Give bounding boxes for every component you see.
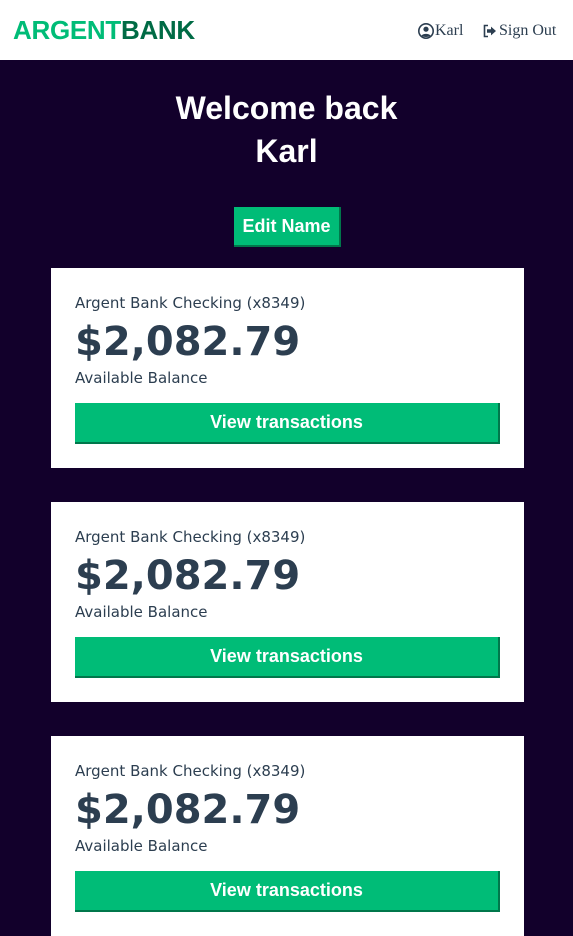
account-card: Argent Bank Checking (x8349) $2,082.79 A…: [51, 736, 524, 936]
welcome-user-name: Karl: [255, 133, 318, 169]
account-amount-description: Available Balance: [75, 837, 208, 855]
account-card: Argent Bank Checking (x8349) $2,082.79 A…: [51, 502, 524, 702]
top-nav: ARGENTBANK Karl Sign Out: [0, 0, 573, 60]
brand-logo-link[interactable]: ARGENTBANK: [13, 15, 195, 45]
account-card: Argent Bank Checking (x8349) $2,082.79 A…: [51, 268, 524, 468]
account-amount: $2,082.79: [75, 553, 301, 599]
brand-logo-argent: ARGENT: [13, 15, 121, 45]
sign-out-link[interactable]: Sign Out: [482, 21, 556, 41]
user-name-label: Karl: [435, 22, 464, 39]
welcome-line-1: Welcome back: [175, 90, 398, 126]
brand-logo-bank: BANK: [120, 15, 195, 45]
account-title: Argent Bank Checking (x8349): [75, 528, 306, 546]
sign-out-label: Sign Out: [499, 22, 557, 39]
user-profile-link[interactable]: Karl: [418, 21, 463, 41]
view-transactions-button[interactable]: View transactions: [75, 871, 500, 912]
sign-out-icon: [482, 23, 498, 39]
account-amount: $2,082.79: [75, 787, 301, 833]
account-title: Argent Bank Checking (x8349): [75, 762, 306, 780]
edit-name-button[interactable]: Edit Name: [234, 207, 341, 247]
account-amount: $2,082.79: [75, 319, 301, 365]
view-transactions-button[interactable]: View transactions: [75, 637, 500, 678]
welcome-heading: Welcome back Karl: [0, 87, 573, 173]
view-transactions-button[interactable]: View transactions: [75, 403, 500, 444]
user-circle-icon: [418, 23, 434, 39]
account-amount-description: Available Balance: [75, 369, 208, 387]
account-title: Argent Bank Checking (x8349): [75, 294, 306, 312]
account-amount-description: Available Balance: [75, 603, 208, 621]
